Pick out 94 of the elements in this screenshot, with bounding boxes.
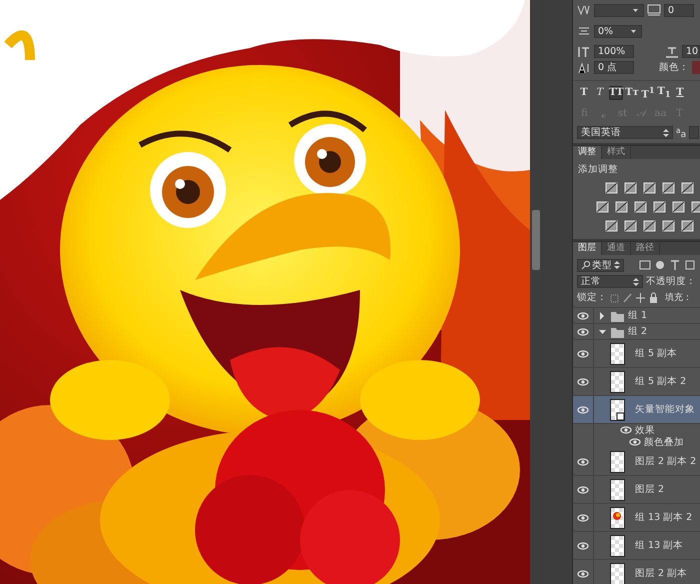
eye-icon[interactable] (577, 512, 589, 522)
eye-icon[interactable] (577, 404, 589, 414)
panel-heading: 添加调整 (578, 163, 619, 176)
adjustment-icon[interactable] (681, 219, 694, 233)
adjustment-icon[interactable] (653, 200, 666, 214)
adjustment-icon[interactable] (605, 219, 618, 233)
panel-tab[interactable]: 样式 (602, 146, 631, 159)
horizontal-scale-field[interactable]: 10 (682, 45, 700, 58)
text-filter-icon[interactable] (669, 258, 681, 272)
layer-name: 组 5 副本 (635, 347, 678, 360)
scrollbar-thumb[interactable] (532, 210, 540, 270)
layer-name: 组 13 副本 (635, 539, 684, 552)
dropdown-arrow-icon[interactable] (633, 276, 639, 286)
type-style-button[interactable]: TT (609, 86, 623, 100)
vertical-scale-icon[interactable] (577, 44, 591, 58)
type-style-button[interactable]: T$^{1}$ (641, 82, 655, 102)
layer-row[interactable]: 矢量智能对象 (573, 396, 700, 424)
panel-tab[interactable]: 通道 (602, 242, 631, 255)
adjustment-icon[interactable] (672, 200, 685, 214)
eye-icon[interactable] (577, 540, 589, 550)
panel-tab[interactable]: 图层 (573, 242, 602, 255)
kerning-icon[interactable] (577, 3, 591, 17)
opacity-label: 不透明度： (646, 275, 696, 288)
move-icon[interactable] (635, 292, 646, 304)
layer-name: 组 1 (628, 309, 648, 322)
layer-row[interactable]: 图层 2 副本 2 (573, 448, 700, 476)
type-style-button[interactable]: T$_{1}$ (657, 84, 671, 100)
baseline-shift-icon[interactable] (577, 60, 591, 74)
layer-name: 组 2 (628, 325, 648, 338)
lock-icon[interactable] (648, 292, 659, 304)
eye-icon[interactable] (620, 425, 632, 435)
baseline-shift-field[interactable]: 0 点 (594, 61, 634, 74)
adjustment-icon[interactable] (662, 181, 675, 195)
layer-name: 组 5 副本 2 (635, 375, 686, 388)
layer-name: 图层 2 副本 2 (635, 455, 696, 468)
antialias-label: $^{a}$a (676, 126, 686, 140)
layer-name: 图层 2 (635, 483, 664, 496)
layer-row[interactable]: 组 13 副本 2 (573, 504, 700, 532)
eye-icon[interactable] (577, 348, 589, 358)
tracking-field[interactable]: 0 (664, 4, 694, 16)
type-style-button[interactable]: T (577, 86, 591, 100)
vertical-scale-field[interactable]: 100% (594, 45, 634, 58)
adjustment-icon[interactable] (596, 200, 609, 214)
collapsed-caret-icon[interactable] (598, 310, 607, 320)
eye-icon[interactable] (629, 437, 641, 447)
shape-filter-icon[interactable] (684, 258, 696, 272)
adjustment-icon[interactable] (662, 219, 675, 233)
adjustment-icon[interactable] (605, 181, 618, 195)
color-label: 颜色： (659, 61, 689, 74)
adjustment-icon[interactable] (643, 219, 656, 233)
adjustment-icon[interactable] (643, 181, 656, 195)
fill-label: 填充： (665, 292, 692, 304)
layer-row[interactable]: 组 5 副本 (573, 340, 700, 368)
effects-label: 效果 (635, 424, 655, 436)
tracking-icon[interactable] (647, 3, 661, 17)
layer-row[interactable]: 图层 2 (573, 476, 700, 504)
panel-tab[interactable]: 调整 (573, 146, 602, 159)
dropdown-arrow-icon[interactable] (614, 260, 620, 270)
image-filter-icon[interactable] (639, 258, 651, 272)
filter-dropdown[interactable]: 类型 (577, 258, 624, 272)
search-icon[interactable] (581, 260, 590, 270)
language-dropdown[interactable]: 美国英语 (577, 126, 673, 139)
lock-label: 锁定： (577, 291, 607, 304)
eye-icon[interactable] (577, 484, 589, 494)
layer-row[interactable]: 图层 2 副本 (573, 560, 700, 584)
type-style-button[interactable]: Tт (625, 86, 639, 100)
adjustment-icon[interactable] (624, 181, 637, 195)
color-swatch[interactable] (692, 61, 700, 74)
brush-icon[interactable] (622, 292, 633, 304)
type-style-button[interactable]: T (673, 86, 687, 100)
panel-tab[interactable]: 路径 (631, 242, 660, 255)
dropdown-arrow-icon[interactable] (663, 128, 669, 138)
adjustment-icon[interactable] (624, 219, 637, 233)
layer-row[interactable]: 组 1 (573, 308, 700, 324)
adjustment-icon[interactable] (634, 200, 647, 214)
layer-name: 矢量智能对象 (635, 403, 695, 416)
spacing-dropdown[interactable]: 0% (594, 24, 642, 38)
layer-row[interactable]: 组 2 (573, 324, 700, 340)
eye-icon[interactable] (577, 310, 589, 320)
layer-name: 图层 2 副本 (635, 567, 688, 580)
eye-icon[interactable] (577, 326, 589, 336)
blend-mode-dropdown[interactable]: 正常 (577, 275, 643, 288)
adjustment-icon[interactable] (615, 200, 628, 214)
lock-pixels-icon[interactable] (609, 292, 620, 304)
type-style-button[interactable]: T (593, 86, 607, 100)
effect-name: 颜色叠加 (644, 436, 684, 448)
layer-name: 组 13 副本 2 (635, 511, 692, 524)
horizontal-scale-icon[interactable] (665, 44, 679, 58)
layer-row[interactable]: 组 13 副本 (573, 532, 700, 560)
adjustment-filter-icon[interactable] (654, 258, 666, 272)
eye-icon[interactable] (577, 376, 589, 386)
eye-icon[interactable] (577, 568, 589, 578)
eye-icon[interactable] (577, 456, 589, 466)
adjustment-icon[interactable] (681, 181, 694, 195)
